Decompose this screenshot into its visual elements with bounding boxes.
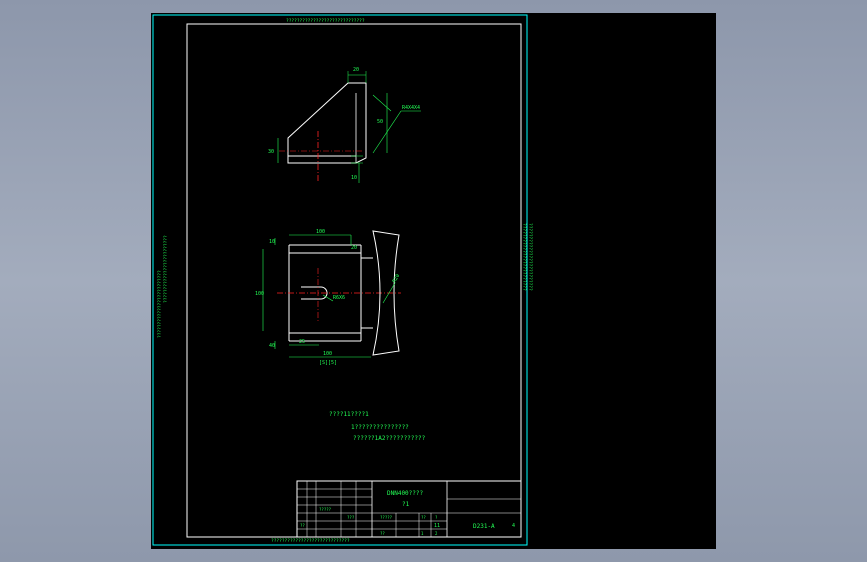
- outer-sheet-border: [152, 14, 528, 546]
- tb-row-b-1: 1: [421, 531, 424, 536]
- title-block: DNN400???? ?1 D231-A 4 ????? ?? ? ?? 1 2…: [296, 480, 522, 538]
- bottom-dim-label-4: 40: [269, 343, 275, 349]
- tb-left-cell-0: ?????: [319, 507, 332, 512]
- frame-left-note-outer: ?????????????????????????: [157, 270, 163, 338]
- tb-sheet: 4: [512, 523, 515, 529]
- frame-bottom-note: ?????????????????????????????: [271, 538, 350, 544]
- tb-drawing-no: D231-A: [473, 523, 495, 530]
- cad-drawing-canvas[interactable]: ????????????????????????????? ??????????…: [151, 13, 716, 549]
- bottom-dim-label-2: 100: [255, 291, 264, 297]
- bottom-dim-label-1: 100: [316, 229, 325, 235]
- top-dim-label-2: R4X4X4: [402, 105, 420, 111]
- note-line-2: 1???????????????: [351, 424, 409, 431]
- top-view: 20 50 R4X4X4 30 10: [268, 67, 421, 183]
- tb-drawing-title: DNN400????: [387, 490, 424, 497]
- bottom-view: 10 100 100 20 40 25 100 R6X6 R20 [S][5]: [255, 229, 401, 366]
- bottom-dim-label-3: 20: [351, 245, 357, 251]
- cad-viewport[interactable]: ????????????????????????????? ??????????…: [151, 13, 716, 549]
- bottom-dim-label-5: 25: [299, 339, 305, 345]
- tb-left-cell-1: ???: [347, 515, 355, 520]
- inner-drawing-border: [186, 23, 522, 538]
- frame-left-note-inner: ?????????????????????????: [163, 235, 169, 303]
- top-dim-diag-leader: [372, 94, 392, 112]
- frame-top-note: ?????????????????????????????: [286, 18, 365, 24]
- bottom-dim-label-8: R20: [392, 273, 402, 284]
- frame-right-note-outer: ?????????????????????????: [521, 223, 527, 291]
- tb-left-cell-2: ??: [300, 523, 305, 528]
- bottom-view-label: [S][5]: [319, 360, 337, 366]
- tb-row-a-1: ??: [421, 515, 426, 520]
- tb-subtitle: ?1: [402, 501, 410, 508]
- top-dim-label-4: 10: [351, 175, 357, 181]
- note-line-3: ??????1A2???????????: [353, 435, 426, 442]
- top-dim-label-1: 50: [377, 119, 383, 125]
- tb-row-a-0: ?????: [380, 515, 393, 520]
- tb-scale: 11: [434, 523, 440, 529]
- tb-row-a-2: ?: [435, 515, 438, 520]
- bottom-dim-label-0: 10: [269, 239, 275, 245]
- top-dim-label-0: 20: [353, 67, 359, 73]
- tb-row-b-0: ??: [380, 531, 385, 536]
- note-line-1: ????11????1: [329, 411, 369, 418]
- top-dim-label-3: 30: [268, 149, 274, 155]
- bottom-dim-label-6: 100: [323, 351, 332, 357]
- frame-right-note-inner: ?????????????????????????: [527, 223, 533, 291]
- tb-row-b-2: 2: [435, 531, 438, 536]
- bottom-dim-label-7: R6X6: [333, 295, 345, 301]
